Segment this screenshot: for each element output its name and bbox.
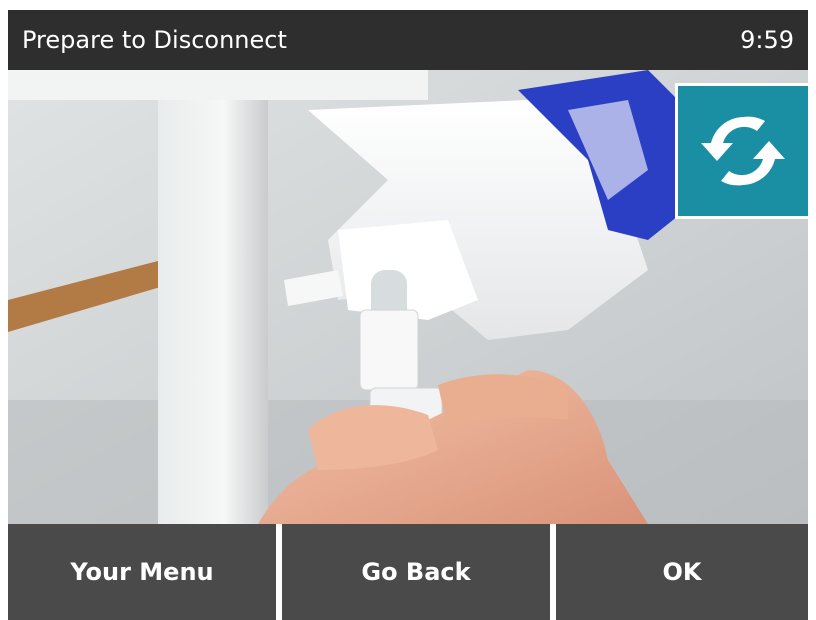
your-menu-button[interactable]: Your Menu: [8, 524, 276, 620]
refresh-button-face[interactable]: [678, 86, 808, 216]
device-screen: Prepare to Disconnect 9:59 Your Menu Go …: [8, 10, 808, 620]
refresh-button[interactable]: [675, 83, 808, 219]
go-back-button[interactable]: Go Back: [282, 524, 550, 620]
header-bar: Prepare to Disconnect 9:59: [8, 10, 808, 70]
ok-button[interactable]: OK: [556, 524, 808, 620]
refresh-icon: [701, 116, 785, 186]
page-title: Prepare to Disconnect: [22, 26, 287, 54]
countdown-timer: 9:59: [740, 26, 794, 54]
footer-bar: Your Menu Go Back OK: [8, 524, 808, 620]
